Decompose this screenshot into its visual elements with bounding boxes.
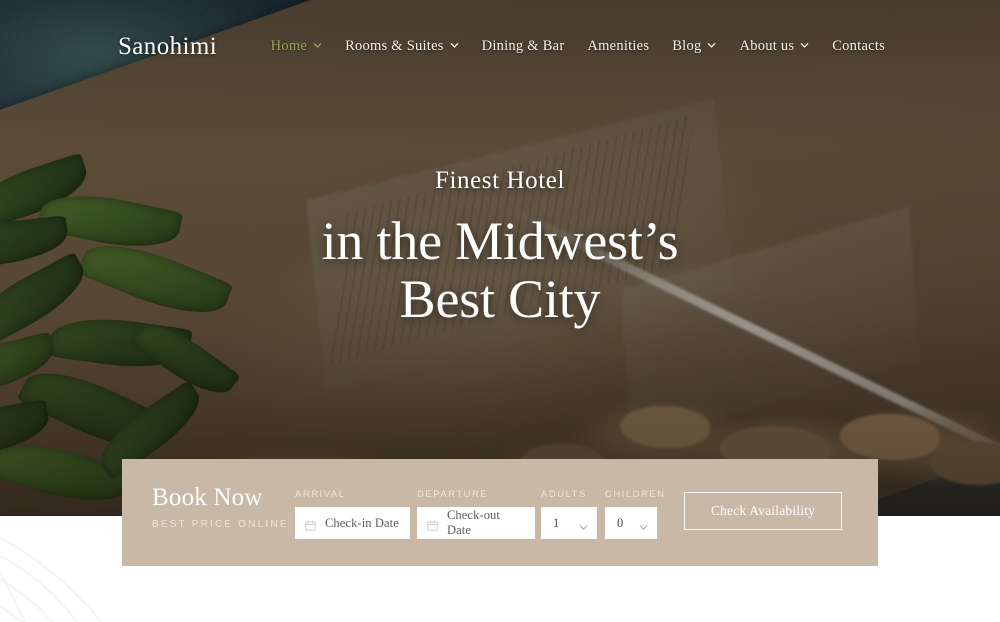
nav-item-blog[interactable]: Blog	[672, 38, 716, 55]
chevron-down-icon	[707, 41, 716, 50]
check-out-date-placeholder: Check-out Date	[447, 508, 500, 537]
nav-link-label: Rooms & Suites	[345, 38, 444, 54]
page-root: Sanohimi Home Rooms & Suites Dining & Ba…	[0, 0, 1000, 622]
nav-link-label: About us	[739, 38, 795, 54]
children-select[interactable]: 0	[605, 507, 657, 539]
chevron-down-icon	[579, 519, 588, 530]
adults-field: ADULTS 1	[541, 489, 597, 539]
adults-label: ADULTS	[541, 489, 587, 500]
check-in-date-placeholder: Check-in Date	[325, 515, 399, 530]
chevron-down-icon	[800, 41, 809, 50]
nav-link-label: Amenities	[587, 38, 650, 54]
children-field: CHILDREN 0	[605, 489, 666, 539]
adults-select[interactable]: 1	[541, 507, 597, 539]
calendar-icon	[427, 518, 438, 531]
nav-item-home[interactable]: Home	[271, 38, 322, 55]
adults-value: 1	[553, 515, 560, 530]
chevron-down-icon	[313, 41, 322, 50]
hero-title-line-2: Best City	[399, 269, 601, 330]
hero-title-line-1: in the Midwest’s	[321, 211, 679, 271]
nav-link-label: Home	[270, 38, 308, 54]
arrival-field: ARRIVAL Check-in Date	[295, 489, 410, 539]
main-navigation: Home Rooms & Suites Dining & Bar Ameniti…	[271, 38, 885, 55]
site-header: Sanohimi Home Rooms & Suites Dining & Ba…	[0, 0, 1000, 92]
departure-label: DEPARTURE	[417, 489, 489, 500]
check-availability-button[interactable]: Check Availability	[684, 492, 842, 530]
nav-item-contacts[interactable]: Contacts	[832, 38, 885, 55]
nav-link-label: Contacts	[832, 38, 885, 54]
nav-link-label: Dining & Bar	[481, 38, 565, 54]
check-out-date-input[interactable]: Check-out Date	[417, 507, 535, 539]
nav-link-label: Blog	[672, 38, 702, 54]
departure-field: DEPARTURE Check-out Date	[417, 489, 535, 539]
children-value: 0	[617, 515, 624, 530]
chevron-down-icon	[450, 41, 459, 50]
calendar-icon	[305, 518, 316, 531]
check-in-date-input[interactable]: Check-in Date	[295, 507, 410, 539]
nav-item-dining-bar[interactable]: Dining & Bar	[482, 38, 565, 55]
booking-title: Book Now	[152, 484, 263, 511]
booking-subtitle: BEST PRICE ONLINE	[152, 519, 289, 530]
hero-subtitle: Finest Hotel	[434, 167, 566, 194]
nav-item-amenities[interactable]: Amenities	[587, 38, 649, 55]
children-label: CHILDREN	[605, 489, 666, 500]
site-logo[interactable]: Sanohimi	[118, 33, 217, 61]
arrival-label: ARRIVAL	[295, 489, 346, 500]
chevron-down-icon	[639, 519, 648, 530]
booking-heading-group: Book Now BEST PRICE ONLINE	[152, 485, 289, 530]
nav-item-rooms-suites[interactable]: Rooms & Suites	[345, 38, 459, 55]
hero-title: in the Midwest’s Best City	[0, 212, 1000, 329]
nav-item-about-us[interactable]: About us	[739, 38, 809, 55]
